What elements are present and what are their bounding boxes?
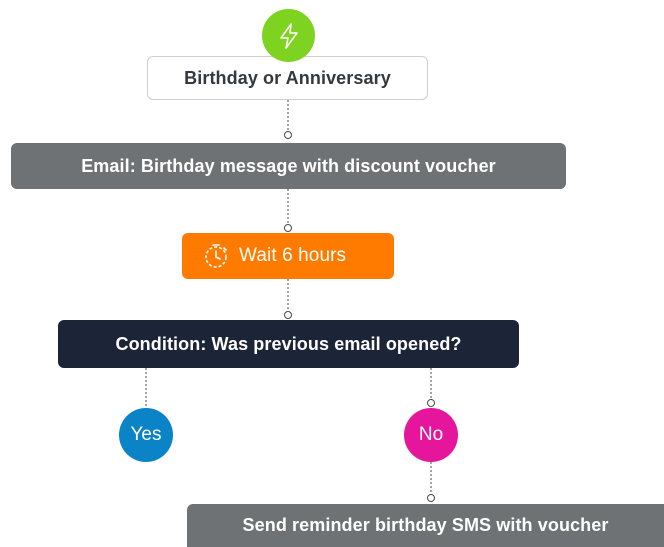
email-step-label: Email: Birthday message with discount vo… bbox=[81, 155, 496, 176]
connector-dot-wait bbox=[284, 224, 292, 232]
no-branch-label: No bbox=[418, 424, 444, 445]
no-branch-button[interactable]: No bbox=[404, 408, 458, 462]
condition-step-node[interactable]: Condition: Was previous email opened? bbox=[58, 320, 519, 368]
trigger-node[interactable]: Birthday or Anniversary bbox=[147, 56, 428, 100]
sms-step-node[interactable]: Send reminder birthday SMS with voucher bbox=[187, 504, 664, 547]
yes-branch-button[interactable]: Yes bbox=[119, 408, 173, 462]
connector-dot-sms bbox=[427, 494, 435, 502]
sms-step-label: Send reminder birthday SMS with voucher bbox=[242, 515, 609, 535]
workflow-canvas: Birthday or Anniversary Email: Birthday … bbox=[0, 0, 664, 547]
email-step-node[interactable]: Email: Birthday message with discount vo… bbox=[11, 143, 566, 189]
trigger-label: Birthday or Anniversary bbox=[184, 67, 391, 88]
wait-step-label: Wait 6 hours bbox=[239, 245, 347, 266]
connector-dot-no bbox=[427, 399, 435, 407]
wait-step-node[interactable]: Wait 6 hours bbox=[182, 233, 394, 279]
timer-icon bbox=[203, 243, 229, 269]
condition-step-label: Condition: Was previous email opened? bbox=[115, 333, 462, 354]
yes-branch-label: Yes bbox=[130, 424, 162, 445]
connector-dot-condition bbox=[284, 311, 292, 319]
lightning-bolt-icon bbox=[262, 9, 315, 62]
connector-dot-email bbox=[284, 131, 292, 139]
